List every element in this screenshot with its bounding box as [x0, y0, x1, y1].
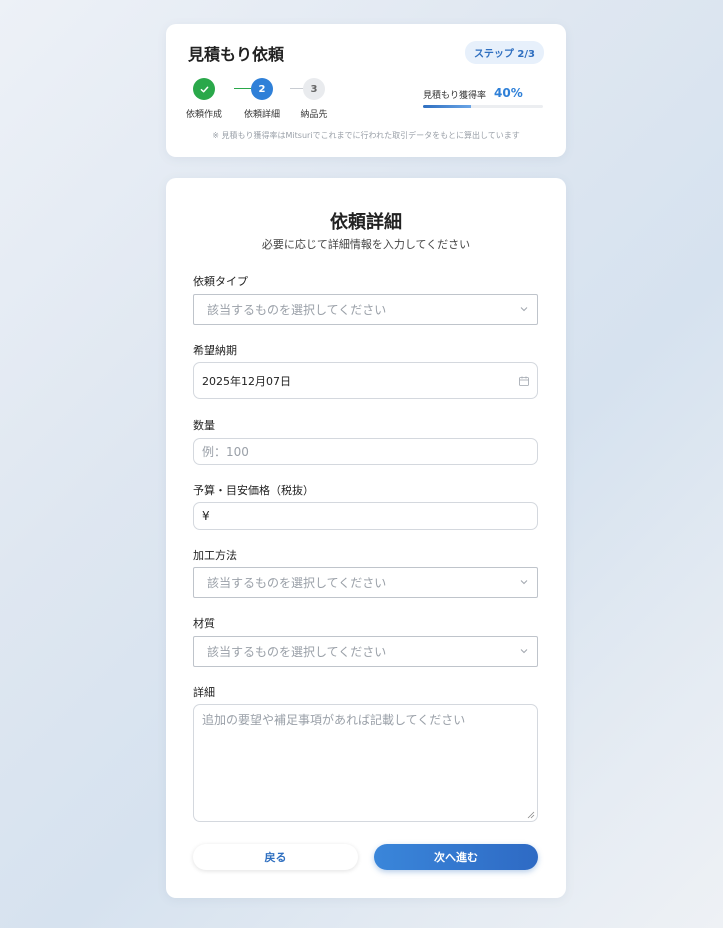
chevron-down-icon — [520, 307, 528, 312]
step-label: 依頼作成 — [185, 110, 222, 120]
material-select[interactable]: 該当するものを選択してください — [193, 636, 538, 667]
delivery-date-label: 希望納期 — [193, 344, 237, 357]
material-label: 材質 — [193, 617, 215, 630]
step-delivery: 3 納品先 — [284, 78, 344, 120]
step-number: 2 — [251, 78, 273, 100]
quantity-placeholder: 例：100 — [202, 445, 249, 459]
processing-label: 加工方法 — [193, 549, 237, 562]
step-label: 依頼詳細 — [243, 110, 280, 120]
step-number: 3 — [303, 78, 325, 100]
form-title: 依頼詳細 — [330, 212, 402, 233]
progress-card: 見積もり依頼 ステップ 2/3 依頼作成 2 依頼詳細 3 納品先 見積もり獲得… — [166, 24, 566, 157]
details-textarea[interactable]: 追加の要望や補足事項があれば記載してください — [193, 704, 538, 822]
request-type-select[interactable]: 該当するものを選択してください — [193, 294, 538, 325]
chevron-down-icon — [520, 649, 528, 654]
budget-label: 予算・目安価格（税抜） — [193, 484, 314, 497]
delivery-date-field[interactable]: 2025年12月07日 — [193, 362, 538, 399]
quantity-label: 数量 — [193, 419, 215, 432]
rate-progress-bar — [423, 105, 543, 108]
budget-input[interactable]: ¥ — [193, 502, 538, 530]
material-placeholder: 該当するものを選択してください — [207, 645, 387, 659]
rate-note: ※ 見積もり獲得率はMitsuriでこれまでに行われた取引データをもとに算出して… — [212, 131, 520, 140]
processing-select[interactable]: 該当するものを選択してください — [193, 567, 538, 598]
quantity-input[interactable]: 例：100 — [193, 438, 538, 465]
details-placeholder: 追加の要望や補足事項があれば記載してください — [202, 713, 466, 727]
check-icon — [193, 78, 215, 100]
rate-value: 40% — [494, 86, 523, 100]
step-badge: ステップ 2/3 — [464, 41, 544, 64]
form-card: 依頼詳細 必要に応じて詳細情報を入力してください 依頼タイプ 該当するものを選択… — [166, 178, 566, 898]
request-type-label: 依頼タイプ — [193, 275, 248, 288]
resize-handle-icon[interactable] — [527, 811, 535, 819]
form-subtitle: 必要に応じて詳細情報を入力してください — [261, 238, 471, 251]
request-type-placeholder: 該当するものを選択してください — [207, 303, 387, 317]
delivery-date-value: 2025年12月07日 — [202, 374, 291, 388]
processing-placeholder: 該当するものを選択してください — [207, 576, 387, 590]
details-label: 詳細 — [193, 686, 215, 699]
rate-progress-fill — [423, 105, 471, 108]
step-request-details: 2 依頼詳細 — [232, 78, 292, 120]
rate-label: 見積もり獲得率 — [423, 91, 487, 101]
chevron-down-icon — [520, 580, 528, 585]
currency-prefix: ¥ — [202, 509, 210, 523]
calendar-icon — [519, 376, 529, 386]
next-button[interactable]: 次へ進む — [374, 844, 538, 870]
step-label: 納品先 — [300, 110, 328, 120]
step-request-create: 依頼作成 — [174, 78, 234, 120]
page-title: 見積もり依頼 — [188, 45, 285, 64]
back-button[interactable]: 戻る — [193, 844, 358, 870]
